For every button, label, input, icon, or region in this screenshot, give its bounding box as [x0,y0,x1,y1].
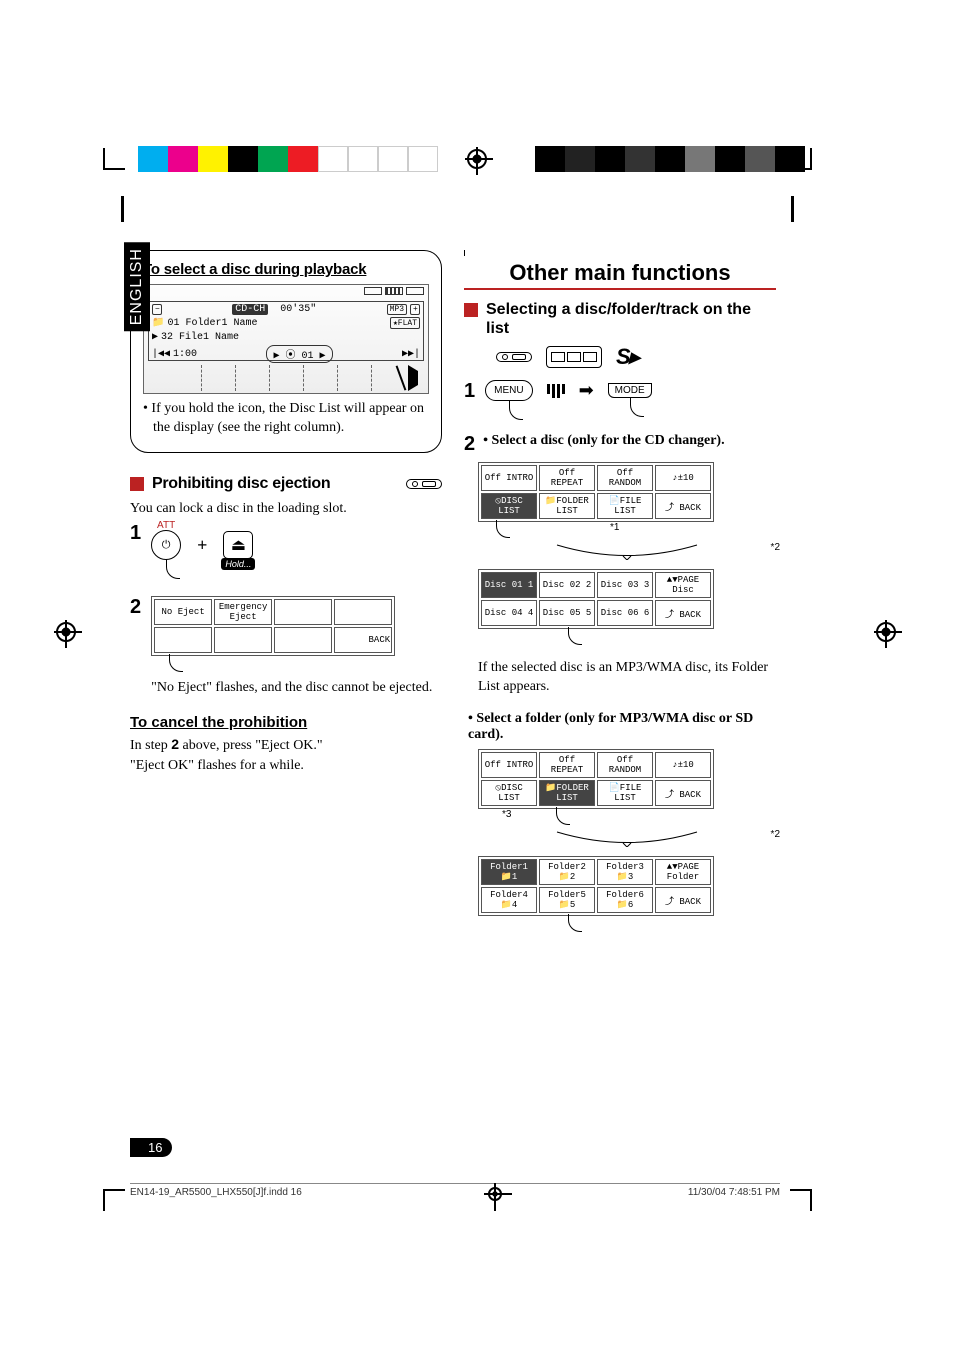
arrow-right-icon [408,365,424,391]
cancel-title: To cancel the prohibition [130,714,442,731]
cancel-body: In step 2 above, press "Eject OK." "Ejec… [130,735,442,775]
annotation: *1 [610,522,619,533]
section-title: Prohibiting disc ejection [152,475,330,493]
disc-slot-icon [496,352,532,362]
sd-card-icon: S▸ [616,344,638,370]
section-bullet-icon [464,303,478,317]
down-arrow-icon: *2 [478,829,776,852]
step2-note: "No Eject" flashes, and the disc cannot … [151,678,442,698]
registration-target-icon [488,1187,502,1201]
step2b-text: • Select a folder (only for MP3/WMA disc… [468,711,776,743]
annotation: *2 [771,829,780,840]
subsection-title: Selecting a disc/folder/track on the lis… [486,300,776,338]
media-icons-row: S▸ [496,344,776,370]
arrow-right-icon: ➡ [579,380,594,401]
note-text: • If you hold the icon, the Disc List wi… [143,400,429,438]
step-number-1: 1 [130,522,141,545]
footer-file: EN14-19_AR5500_LHX550[J]f.indd 16 [130,1187,302,1201]
softkey-grid-noeject: No Eject Emergency Eject BACK [151,596,395,656]
step2a-text: • Select a disc (only for the CD changer… [483,433,724,456]
registration-target-icon [56,622,76,642]
softkey-grid-disc-list: Disc 01 1Disc 02 2Disc 03 3▲▼PAGE Disc D… [478,569,714,629]
touch-pointer-icon [556,807,570,825]
annotation: *3 [502,809,511,820]
disc-slot-icon [406,479,442,489]
crop-mark [790,1189,812,1211]
touch-pointer-icon [169,654,183,672]
print-footer: EN14-19_AR5500_LHX550[J]f.indd 16 11/30/… [130,1183,780,1201]
registration-target-icon [876,622,896,642]
power-button-icon: ATT ⏻ [151,530,181,560]
disc-stack-icon [546,346,602,368]
crop-bar [791,196,794,222]
step-number-2: 2 [130,596,141,619]
right-column: Other main functions Selecting a disc/fo… [464,250,776,936]
page-number: 16 [130,1138,172,1157]
step-number-1: 1 [464,380,475,403]
eject-button-icon: ⏏ Hold... [223,531,253,559]
plus-icon: + [197,535,207,556]
registration-target-icon [467,149,487,169]
box-title: To select a disc during playback [143,261,429,278]
lcd-screenshot: − CD-CH 00'35" MP3 + 📁01 Folder1 Name ★F… [143,284,429,394]
select-disc-box: To select a disc during playback − CD-CH… [130,250,442,453]
down-arrow-icon: *2 [478,542,776,565]
touch-pointer-icon [568,914,582,932]
sound-bars-icon [547,384,565,398]
softkey-grid-disc-menu: Off INTROOff REPEATOff RANDOM♪±10 ⦸DISC … [478,462,714,522]
note-text: If the selected disc is an MP3/WMA disc,… [478,659,776,697]
softkey-grid-folder-menu: Off INTROOff REPEATOff RANDOM♪±10 ⦸DISC … [478,749,714,809]
color-bar-left [138,146,438,172]
annotation: *2 [771,542,780,553]
crop-bar [121,196,124,222]
crop-mark [103,148,125,170]
section-body: You can lock a disc in the loading slot. [130,499,442,519]
softkey-grid-folder-list: Folder1 📁1Folder2 📁2Folder3 📁3▲▼PAGE Fol… [478,856,714,916]
touch-pointer-icon [496,520,510,538]
mode-button-icon: MODE [608,383,652,398]
main-header: Other main functions [464,256,776,290]
crop-mark [103,1189,125,1211]
color-bar-right [535,146,805,172]
footer-date: 11/30/04 7:48:51 PM [688,1187,780,1201]
section-bullet-icon [130,477,144,491]
language-tab: ENGLISH [124,242,150,331]
touch-pointer-icon [568,627,582,645]
menu-button-icon: MENU [485,380,532,401]
step-number-2: 2 [464,433,475,456]
left-column: To select a disc during playback − CD-CH… [130,250,442,936]
